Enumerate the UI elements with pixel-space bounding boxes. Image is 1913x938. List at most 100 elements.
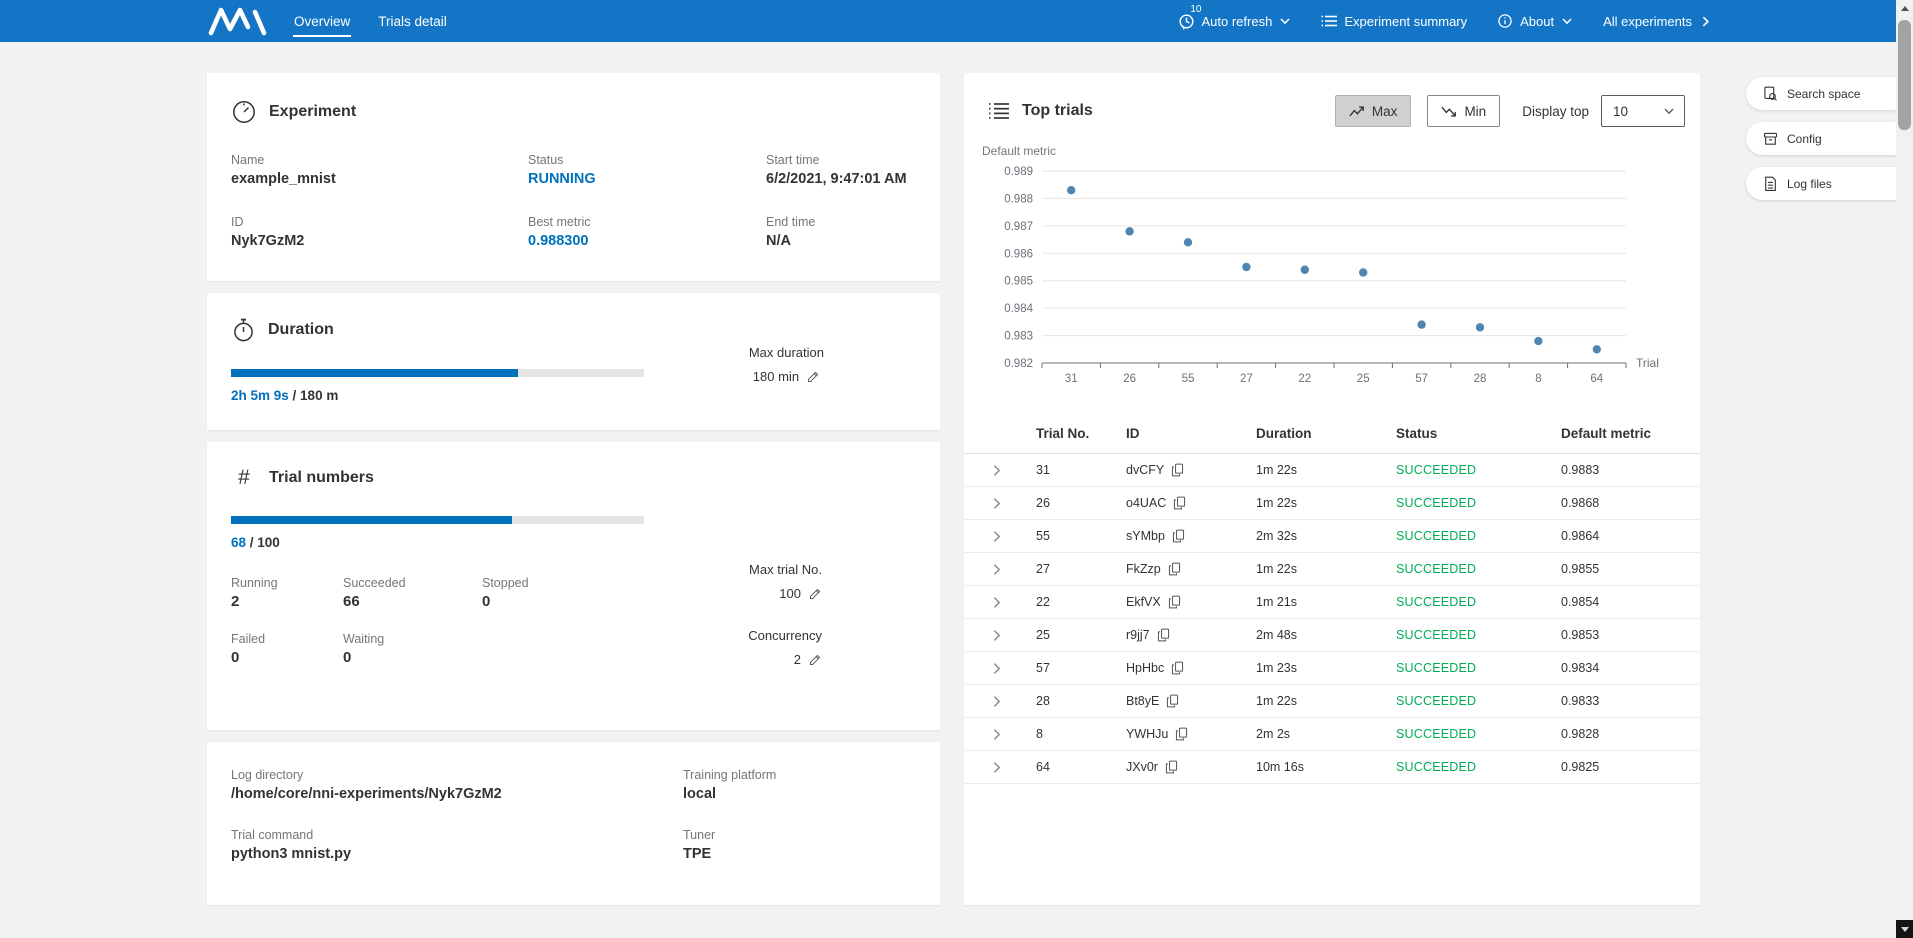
scrollbar-up-button[interactable] [1896, 0, 1913, 17]
trial-id-text: HpHbc [1126, 661, 1164, 675]
top-trials-table: Trial No. ID Duration Status Default met… [964, 414, 1700, 784]
svg-text:26: 26 [1123, 373, 1136, 385]
top-nav-bar: Overview Trials detail 10 Auto refresh [0, 0, 1913, 42]
max-trial-label: Max trial No. [749, 562, 822, 577]
row-expand-chevron-icon[interactable] [990, 530, 1036, 543]
row-expand-chevron-icon[interactable] [990, 629, 1036, 642]
clock-icon [1178, 13, 1195, 30]
edit-pencil-icon[interactable] [806, 370, 820, 384]
cell-status: SUCCEEDED [1396, 694, 1561, 708]
duration-progress-fill [231, 369, 518, 377]
scatter-chart-svg: Default metric0.9890.9880.9870.9860.9850… [978, 141, 1678, 403]
search-space-button[interactable]: Search space [1746, 77, 1896, 110]
vertical-scrollbar [1896, 0, 1913, 938]
all-experiments-link[interactable]: All experiments [1603, 14, 1712, 29]
svg-text:0.989: 0.989 [1004, 166, 1033, 178]
side-pill-label: Log files [1787, 177, 1832, 191]
cell-status: SUCCEEDED [1396, 727, 1561, 741]
config-button[interactable]: Config [1746, 122, 1896, 155]
max-button[interactable]: Max [1335, 95, 1412, 127]
col-duration: Duration [1256, 426, 1396, 441]
table-body: 31 dvCFY 1m 22s SUCCEEDED 0.9883 26 o4UA… [964, 454, 1700, 784]
min-button-label: Min [1464, 104, 1486, 119]
log-files-button[interactable]: Log files [1746, 167, 1896, 200]
auto-refresh-button[interactable]: 10 Auto refresh [1178, 13, 1292, 30]
min-button[interactable]: Min [1427, 95, 1500, 127]
stat-label: Failed [231, 632, 343, 646]
cell-id: sYMbp [1126, 529, 1256, 543]
row-expand-chevron-icon[interactable] [990, 728, 1036, 741]
row-expand-chevron-icon[interactable] [990, 662, 1036, 675]
cell-duration: 2m 2s [1256, 727, 1396, 741]
trial-id-text: o4UAC [1126, 496, 1166, 510]
row-expand-chevron-icon[interactable] [990, 497, 1036, 510]
edit-pencil-icon[interactable] [808, 587, 822, 601]
trial-numbers-card: # Trial numbers 68 / 100 Running 2 Succe… [207, 442, 940, 730]
scrollbar-thumb[interactable] [1898, 20, 1911, 130]
cell-default-metric: 0.9854 [1561, 595, 1700, 609]
side-pill-label: Config [1787, 132, 1822, 146]
experiment-info-fields: Log directory /home/core/nni-experiments… [231, 768, 916, 862]
trial-id-text: EkfVX [1126, 595, 1161, 609]
cell-duration: 2m 48s [1256, 628, 1396, 642]
svg-text:27: 27 [1240, 373, 1253, 385]
copy-icon[interactable] [1175, 727, 1188, 741]
cell-default-metric: 0.9853 [1561, 628, 1700, 642]
nav-tab-overview[interactable]: Overview [293, 10, 351, 33]
stat-value: 2 [231, 593, 343, 610]
row-expand-chevron-icon[interactable] [990, 761, 1036, 774]
trials-progress-text: 68 / 100 [231, 535, 916, 550]
cell-duration: 1m 22s [1256, 463, 1396, 477]
copy-icon[interactable] [1157, 628, 1170, 642]
row-expand-chevron-icon[interactable] [990, 596, 1036, 609]
trials-progress-fill [231, 516, 512, 524]
cell-trial-no: 55 [1036, 529, 1126, 543]
auto-refresh-countdown: 10 [1190, 4, 1201, 15]
row-expand-chevron-icon[interactable] [990, 563, 1036, 576]
field-value: 6/2/2021, 9:47:01 AM [766, 171, 916, 187]
experiment-card: Experiment Name example_mnist Status RUN… [207, 73, 940, 281]
nni-logo-icon [207, 5, 269, 42]
copy-icon[interactable] [1165, 760, 1178, 774]
trial-id-text: dvCFY [1126, 463, 1164, 477]
copy-icon[interactable] [1171, 661, 1184, 675]
top-trials-controls: Max Min Display top 10 [1335, 95, 1685, 127]
experiment-summary-button[interactable]: Experiment summary [1321, 14, 1467, 29]
duration-total: / 180 m [289, 388, 339, 403]
cell-duration: 1m 22s [1256, 496, 1396, 510]
copy-icon[interactable] [1166, 694, 1179, 708]
svg-text:0.987: 0.987 [1004, 221, 1033, 233]
scrollbar-down-button[interactable] [1896, 920, 1913, 938]
row-expand-chevron-icon[interactable] [990, 695, 1036, 708]
experiment-info-card: Log directory /home/core/nni-experiments… [207, 742, 940, 905]
default-metric-chart: Default metric0.9890.9880.9870.9860.9850… [978, 141, 1700, 408]
cell-id: EkfVX [1126, 595, 1256, 609]
nav-tab-trials-detail[interactable]: Trials detail [377, 10, 448, 33]
copy-icon[interactable] [1171, 463, 1184, 477]
stat-label: Running [231, 576, 343, 590]
cell-status: SUCCEEDED [1396, 628, 1561, 642]
copy-icon[interactable] [1173, 496, 1186, 510]
copy-icon[interactable] [1172, 529, 1185, 543]
nav-right-cluster: 10 Auto refresh Experiment summary [1178, 0, 1713, 42]
max-button-label: Max [1372, 104, 1398, 119]
cell-default-metric: 0.9834 [1561, 661, 1700, 675]
concurrency-block: Concurrency 2 [748, 628, 822, 669]
copy-icon[interactable] [1168, 595, 1181, 609]
copy-icon[interactable] [1168, 562, 1181, 576]
stat-value: 0 [482, 593, 651, 610]
field: Trial command python3 mnist.py [231, 828, 683, 862]
cell-duration: 1m 21s [1256, 595, 1396, 609]
about-menu[interactable]: About [1497, 13, 1573, 29]
duration-progress-text: 2h 5m 9s / 180 m [231, 388, 916, 403]
info-icon [1497, 13, 1513, 29]
chevron-right-icon [1699, 15, 1712, 28]
cell-duration: 10m 16s [1256, 760, 1396, 774]
field: Tuner TPE [683, 828, 916, 862]
row-expand-chevron-icon[interactable] [990, 464, 1036, 477]
max-duration-label: Max duration [749, 345, 824, 360]
trial-id-text: sYMbp [1126, 529, 1165, 543]
display-top-dropdown[interactable]: 10 [1601, 95, 1685, 127]
edit-pencil-icon[interactable] [808, 653, 822, 667]
col-status: Status [1396, 426, 1561, 441]
